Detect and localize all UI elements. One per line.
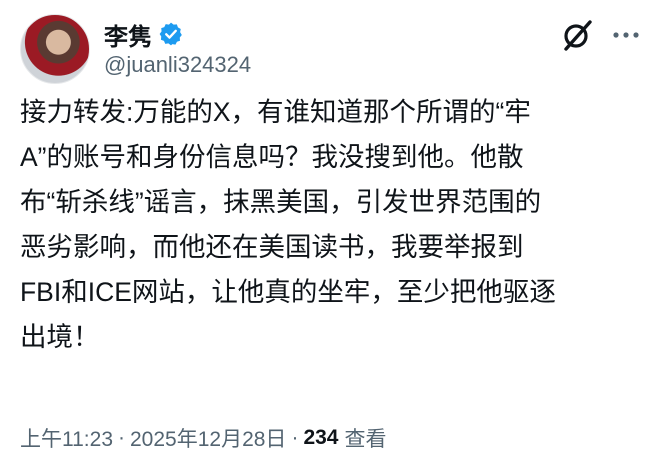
meta-separator-2: · (291, 426, 299, 449)
meta-separator: · (118, 426, 125, 449)
grok-icon[interactable] (560, 18, 594, 52)
author-name-row: 李隽 (104, 16, 184, 52)
post-time[interactable]: 上午11:23 (20, 423, 113, 453)
avatar[interactable] (20, 14, 90, 84)
views-label[interactable]: 查看 (344, 423, 386, 453)
author-display-name[interactable]: 李隽 (104, 17, 152, 52)
more-icon[interactable] (606, 20, 646, 50)
views-count[interactable]: 234 (303, 426, 338, 450)
author-handle[interactable]: @juanli324324 (104, 52, 251, 78)
post: 李隽 @juanli324324 接力转发:万能的X，有谁知道那个所谓的“牢 A… (0, 0, 666, 464)
post-text: 接力转发:万能的X，有谁知道那个所谓的“牢 A”的账号和身份信息吗？我没搜到他。… (20, 97, 556, 352)
post-date[interactable]: 2025年12月28日 (130, 423, 286, 453)
post-meta: 上午11:23 · 2025年12月28日 · 234 查看 (20, 420, 386, 456)
verified-badge-icon (159, 22, 182, 46)
